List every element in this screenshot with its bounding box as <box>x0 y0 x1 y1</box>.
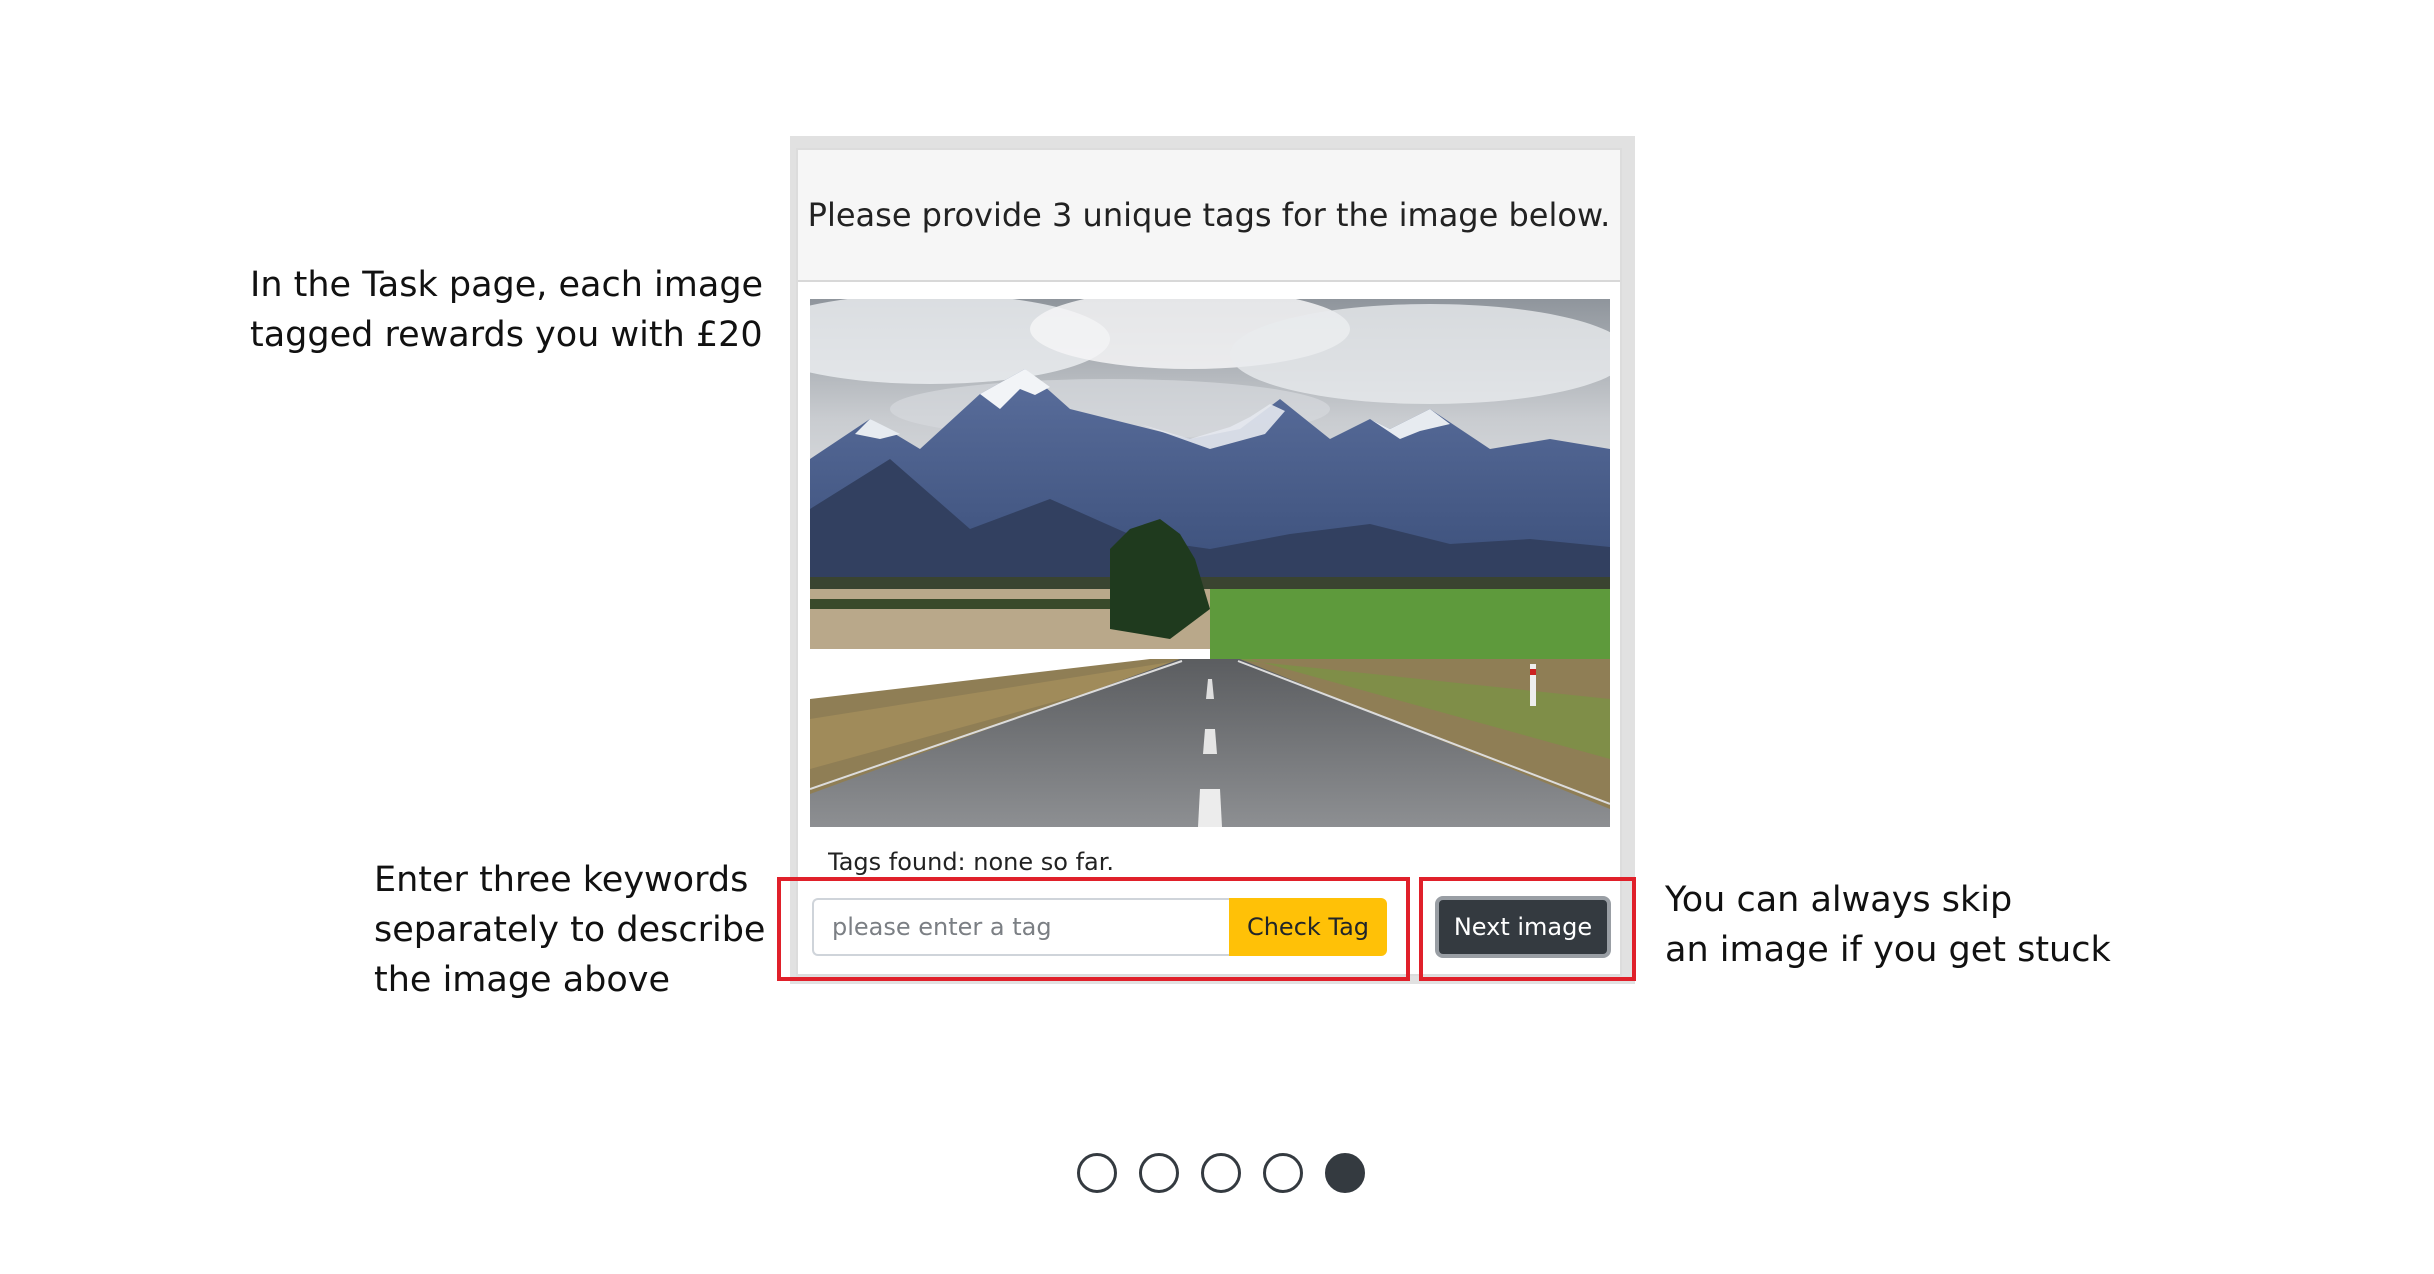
check-tag-button[interactable]: Check Tag <box>1229 898 1387 956</box>
pagination-dot-2[interactable] <box>1139 1153 1179 1193</box>
pagination-dot-1[interactable] <box>1077 1153 1117 1193</box>
landscape-road-image <box>810 299 1610 827</box>
annotation-keywords: Enter three keywords separately to descr… <box>374 860 766 1000</box>
annotation-skip: You can always skip an image if you get … <box>1665 880 2111 970</box>
task-card-header: Please provide 3 unique tags for the ima… <box>798 150 1620 282</box>
task-image <box>810 299 1610 827</box>
tags-found-status: Tags found: none so far. <box>828 848 1115 876</box>
pagination-dot-3[interactable] <box>1201 1153 1241 1193</box>
pagination-dot-4[interactable] <box>1263 1153 1303 1193</box>
annotation-reward: In the Task page, each image tagged rewa… <box>250 265 764 355</box>
tag-input[interactable] <box>812 898 1232 956</box>
pagination-dots <box>1077 1153 1365 1193</box>
pagination-dot-5[interactable] <box>1325 1153 1365 1193</box>
next-image-button[interactable]: Next image <box>1435 896 1611 958</box>
